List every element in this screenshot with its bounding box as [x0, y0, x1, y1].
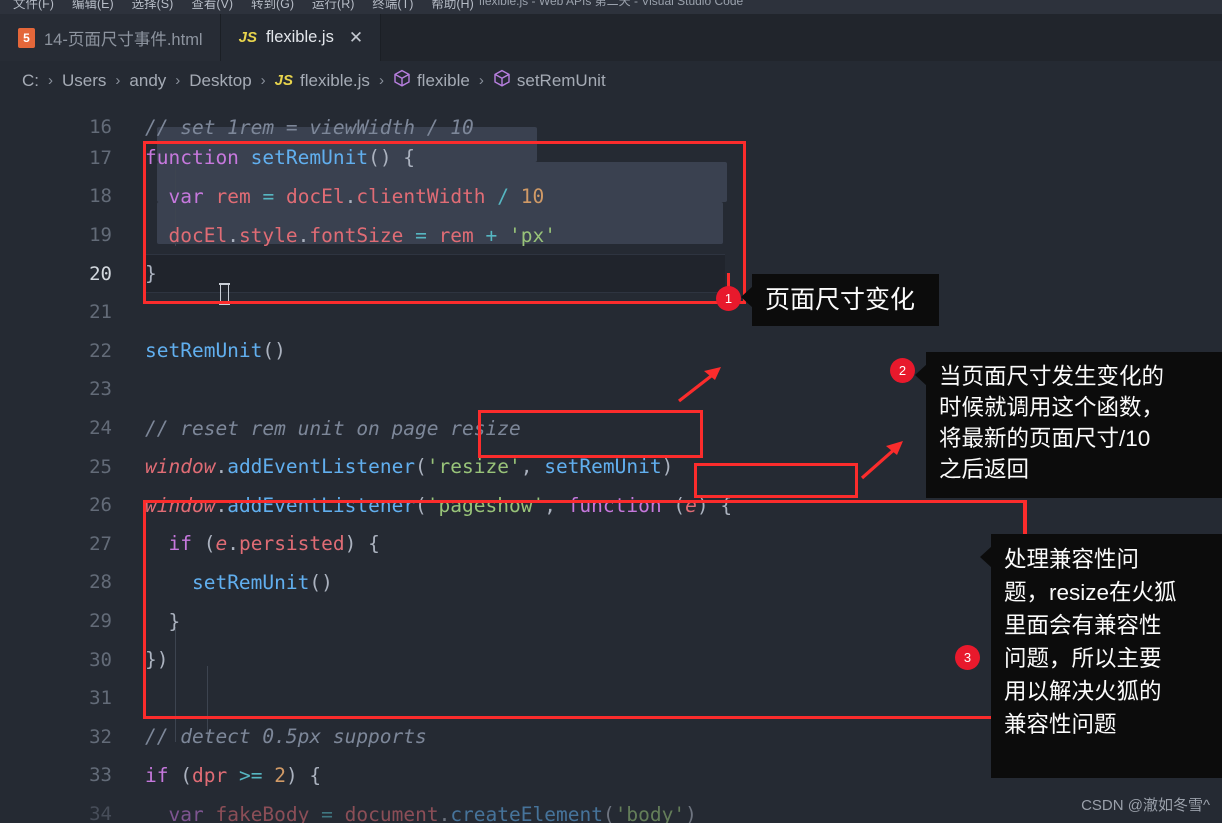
code-editor[interactable]: 16 // set 1rem = viewWidth / 10 17 funct… — [0, 100, 1222, 823]
tab-flexible-js[interactable]: JS flexible.js ✕ — [220, 14, 382, 61]
code-line: 28 setRemUnit() — [0, 563, 1222, 602]
code-line: 25 window.addEventListener('resize', set… — [0, 447, 1222, 486]
line-number: 20 — [89, 262, 112, 285]
tab-bar-filler — [381, 14, 1222, 61]
breadcrumb-item-flexible[interactable]: flexible — [417, 71, 470, 91]
line-number: 16 — [89, 116, 112, 139]
line-content: } — [145, 262, 157, 286]
line-number: 24 — [89, 417, 112, 440]
code-line: 21 — [0, 293, 1222, 332]
line-number: 33 — [89, 764, 112, 787]
line-number: 25 — [89, 455, 112, 478]
line-number: 21 — [89, 301, 112, 324]
line-number: 18 — [89, 185, 112, 208]
code-line: 31 — [0, 679, 1222, 718]
breadcrumb-item-desktop[interactable]: Desktop — [189, 71, 251, 91]
breadcrumb-item-setremunit[interactable]: setRemUnit — [517, 71, 606, 91]
menu-item-view[interactable]: 查看(V) — [182, 0, 242, 14]
menu-item-help[interactable]: 帮助(H) — [422, 0, 482, 14]
editor-tab-bar: 5 14-页面尺寸事件.html JS flexible.js ✕ — [0, 14, 1222, 61]
code-line: 27 if (e.persisted) { — [0, 525, 1222, 564]
line-content: window.addEventListener('pageshow', func… — [145, 493, 733, 517]
line-number: 29 — [89, 610, 112, 633]
line-content: if (e.persisted) { — [168, 532, 380, 556]
breadcrumb: C: › Users › andy › Desktop › JS flexibl… — [0, 61, 1222, 100]
code-line: 20 } — [0, 254, 1222, 293]
code-line: 23 — [0, 370, 1222, 409]
breadcrumb-separator: › — [378, 72, 384, 89]
cube-icon — [493, 69, 511, 93]
menu-bar[interactable]: 文件(F) 编辑(E) 选择(S) 查看(V) 转到(G) 运行(R) 终端(T… — [0, 0, 483, 14]
line-content: window.addEventListener('resize', setRem… — [145, 455, 674, 479]
line-number: 19 — [89, 224, 112, 247]
line-number: 17 — [89, 146, 112, 169]
tab-label: 14-页面尺寸事件.html — [44, 30, 203, 49]
breadcrumb-separator: › — [115, 72, 121, 89]
line-number: 34 — [89, 803, 112, 823]
line-content: var fakeBody = document.createElement('b… — [168, 802, 697, 823]
line-number: 27 — [89, 532, 112, 555]
code-line: 18 var rem = docEl.clientWidth / 10 — [0, 177, 1222, 216]
cube-icon — [393, 69, 411, 93]
line-number: 31 — [89, 687, 112, 710]
tab-14-page-size-event-html[interactable]: 5 14-页面尺寸事件.html — [0, 14, 221, 61]
breadcrumb-separator: › — [260, 72, 266, 89]
html5-icon: 5 — [18, 27, 35, 48]
code-line: 17 function setRemUnit() { — [0, 139, 1222, 178]
line-content: var rem = docEl.clientWidth / 10 — [168, 184, 545, 208]
title-bar: 文件(F) 编辑(E) 选择(S) 查看(V) 转到(G) 运行(R) 终端(T… — [0, 0, 1222, 14]
line-number: 22 — [89, 339, 112, 362]
breadcrumb-item-flexible-js[interactable]: flexible.js — [300, 71, 370, 91]
line-content: } — [145, 609, 181, 633]
line-content: // set 1rem = viewWidth / 10 — [145, 115, 474, 139]
breadcrumb-item-andy[interactable]: andy — [129, 71, 166, 91]
code-line: 32 // detect 0.5px supports — [0, 718, 1222, 757]
breadcrumb-item-users[interactable]: Users — [62, 71, 106, 91]
code-line: 33 if (dpr >= 2) { — [0, 756, 1222, 795]
tab-label: flexible.js — [265, 28, 334, 46]
vscode-window: 文件(F) 编辑(E) 选择(S) 查看(V) 转到(G) 运行(R) 终端(T… — [0, 0, 1222, 823]
menu-item-terminal[interactable]: 终端(T) — [363, 0, 422, 14]
line-content: if (dpr >= 2) { — [145, 763, 322, 787]
menu-item-goto[interactable]: 转到(G) — [242, 0, 303, 14]
breadcrumb-separator: › — [175, 72, 181, 89]
code-line: 19 docEl.style.fontSize = rem + 'px' — [0, 216, 1222, 255]
line-content: }) — [145, 648, 169, 672]
code-line: 26 window.addEventListener('pageshow', f… — [0, 486, 1222, 525]
breadcrumb-item-drive[interactable]: C: — [22, 71, 39, 91]
line-content: setRemUnit() — [191, 570, 333, 594]
line-number: 32 — [89, 725, 112, 748]
code-line: 30 }) — [0, 640, 1222, 679]
menu-item-select[interactable]: 选择(S) — [123, 0, 183, 14]
line-content: docEl.style.fontSize = rem + 'px' — [168, 223, 557, 247]
line-content: // detect 0.5px supports — [145, 725, 427, 749]
menu-item-edit[interactable]: 编辑(E) — [63, 0, 123, 14]
menu-item-run[interactable]: 运行(R) — [303, 0, 363, 14]
code-lines: 16 // set 1rem = viewWidth / 10 17 funct… — [0, 100, 1222, 823]
breadcrumb-separator: › — [478, 72, 484, 89]
code-line: 22 setRemUnit() — [0, 332, 1222, 371]
close-icon[interactable]: ✕ — [349, 29, 363, 46]
code-line: 29 } — [0, 602, 1222, 641]
js-icon: JS — [238, 29, 257, 46]
line-number: 30 — [89, 648, 112, 671]
line-content: setRemUnit() — [145, 339, 286, 363]
menu-item-file[interactable]: 文件(F) — [4, 0, 63, 14]
line-number: 23 — [89, 378, 112, 401]
code-line: 34 var fakeBody = document.createElement… — [0, 795, 1222, 823]
line-number: 28 — [89, 571, 112, 594]
line-number: 26 — [89, 494, 112, 517]
line-content: function setRemUnit() { — [145, 146, 416, 170]
line-content: // reset rem unit on page resize — [145, 416, 521, 440]
js-icon: JS — [274, 72, 294, 89]
breadcrumb-separator: › — [48, 72, 53, 89]
code-line: 24 // reset rem unit on page resize — [0, 409, 1222, 448]
